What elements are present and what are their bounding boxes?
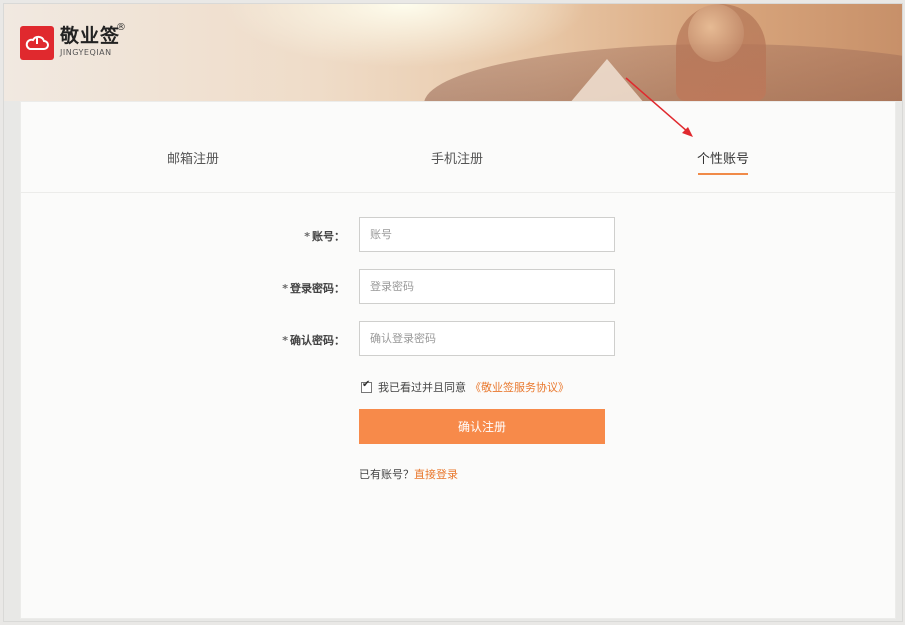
agreement-row: ✔ 我已看过并且同意 《敬业签服务协议》: [361, 379, 569, 395]
brand-name: 敬业签: [60, 25, 121, 47]
register-card: 邮箱注册 手机注册 个性账号 *账号： *登录密码： *确认密码： ✔ 我已看过…: [20, 101, 896, 619]
required-mark: *: [282, 334, 288, 347]
brand-text: 敬业签 JINGYEQIAN: [60, 26, 120, 57]
account-input[interactable]: [359, 217, 615, 252]
confirm-password-input[interactable]: [359, 321, 615, 356]
confirm-register-button[interactable]: 确认注册: [359, 409, 605, 444]
brand-subtitle: JINGYEQIAN: [60, 48, 112, 57]
account-label: * 账号：: [225, 228, 345, 244]
page-frame: 敬业签 JINGYEQIAN ® 邮箱注册 手机注册 个性账号 *账号： *登录…: [3, 3, 903, 622]
active-tab-indicator: [698, 173, 748, 175]
account-label-text: 账号：: [312, 230, 345, 243]
brand-logo[interactable]: 敬业签 JINGYEQIAN ®: [20, 22, 126, 60]
tab-custom-account[interactable]: 个性账号: [697, 148, 749, 167]
banner-person-head: [688, 4, 744, 62]
register-tabs: 邮箱注册 手机注册 个性账号: [21, 102, 895, 193]
direct-login-link[interactable]: 直接登录: [414, 468, 458, 481]
confirm-password-label: * 确认密码：: [225, 332, 345, 348]
required-mark: *: [282, 282, 288, 295]
checkmark-icon: ✔: [362, 378, 371, 390]
registered-mark: ®: [116, 22, 126, 33]
password-label-text: 登录密码：: [290, 282, 345, 295]
header-banner: 敬业签 JINGYEQIAN ®: [4, 4, 902, 101]
tab-email-register[interactable]: 邮箱注册: [167, 148, 219, 167]
tab-phone-register[interactable]: 手机注册: [431, 148, 483, 167]
confirm-password-label-text: 确认密码：: [290, 334, 345, 347]
password-label: * 登录密码：: [225, 280, 345, 296]
service-agreement-link[interactable]: 《敬业签服务协议》: [470, 379, 569, 395]
cloud-logo-icon: [20, 26, 54, 60]
login-prompt-text: 已有账号？: [359, 468, 414, 481]
login-prompt-row: 已有账号？直接登录: [359, 466, 458, 482]
banner-hill: [424, 44, 902, 101]
agreement-text: 我已看过并且同意: [378, 381, 466, 394]
agreement-checkbox[interactable]: ✔: [361, 378, 372, 393]
required-mark: *: [304, 230, 310, 243]
password-input[interactable]: [359, 269, 615, 304]
banner-tent: [569, 59, 645, 101]
